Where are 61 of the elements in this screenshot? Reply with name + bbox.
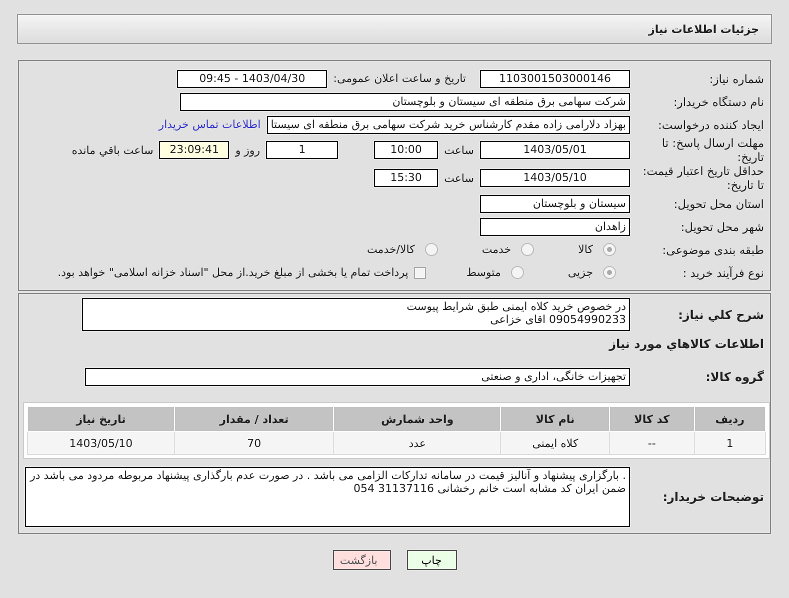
column-header: تعداد / مقدار [174,406,334,432]
field-label: گروه کالا: [704,370,765,384]
time-label: ساعت [444,144,474,156]
column-header: واحد شمارش [334,406,501,432]
checkbox[interactable] [414,266,426,278]
radio-button[interactable] [603,266,616,279]
field-label: نوع فرآیند خرید : [682,266,765,280]
radio-button[interactable] [510,266,524,279]
buyer-notes-textarea[interactable]: . بارگزاری پیشنهاد و آنالیز قیمت در سامانه تدارکات الزامی می باشد . در صورت عدم بارگذاری پیشنهاد مربوطه مردود می باشد در ضمن ایران کد مشابه است خانم رخشانی 31137116 054 [25,467,630,527]
field-label: شهر محل تحویل: [680,220,765,234]
radio-label: جزیی [568,266,593,279]
column-header: نام کالا [500,406,610,432]
time-label: ساعت [444,172,474,184]
need-number-field: 1103001503000146 [480,70,630,88]
radio-button[interactable] [521,243,534,256]
field-label: شماره نیاز: [708,72,765,86]
column-header: کد کالا [609,406,694,432]
goods-group-field: تجهیزات خانگی، اداری و صنعتی [85,368,630,386]
deadline-date-field: 1403/05/01 [480,141,630,159]
column-header: تاریخ نیاز [28,406,174,432]
validity-date-field: 1403/05/10 [480,169,630,187]
remaining-time-field: 23:09:41 [159,141,230,159]
column-header: ردیف [694,406,766,432]
province-field: سیستان و بلوچستان [480,194,630,212]
table-cell: 1403/05/10 [28,432,174,454]
table-cell: 70 [174,432,334,454]
radio-label: کالا [578,243,593,256]
field-label: ایجاد کننده درخواست: [657,118,765,132]
days-label: روز و [235,144,260,156]
back-button[interactable]: بازگشت [332,550,390,570]
field-label: تاریخ و ساعت اعلان عمومی: [333,72,466,85]
radio-label: کالا/خدمت [367,243,415,256]
deadline-time-field: 10:00 [374,141,438,159]
validity-time-field: 15:30 [374,169,438,187]
requester-field: بهزاد دلارامی زاده مقدم کارشناس خرید شرکت سهامی برق منطقه ای سیستا [266,116,630,134]
buyer-name-field: شرکت سهامی برق منطقه ای سیستان و بلوچستان [180,92,630,110]
city-field: زاهدان [480,218,630,236]
field-label: حداقل تاریخ اعتبار قیمت: تا تاریخ: [642,164,765,192]
announce-date-field: 1403/04/30 - 09:45 [177,70,328,88]
table-cell: 1 [694,432,766,454]
field-label: شرح کلي نياز: [677,308,765,322]
remaining-label: ساعت باقي مانده [72,144,154,156]
page-title: جزئیات اطلاعات نیاز [648,22,759,36]
description-textarea[interactable]: در خصوص خرید کلاه ایمنی طبق شرایط پیوست 09054990233 اقای خزاعی [82,298,630,331]
field-label: نام دستگاه خریدار: [672,94,765,108]
checkbox-label: پرداخت تمام یا بخشی از مبلغ خرید.از محل "اسناد خزانه اسلامی" خواهد بود. [58,266,408,279]
buyer-contact-link[interactable]: اطلاعات تماس خریدار [158,118,261,131]
radio-button[interactable] [603,243,616,256]
field-label: توضیحات خریدار: [662,490,765,504]
days-field: 1 [266,141,338,159]
field-label: طبقه بندی موضوعی: [661,242,765,256]
radio-label: متوسط [466,266,501,279]
section-title: اطلاعات کالاهاي مورد نياز [608,336,765,353]
field-label: مهلت ارسال پاسخ: تا تاریخ: [660,136,765,164]
table-cell: عدد [334,432,501,454]
radio-label: خدمت [482,243,512,256]
print-button[interactable]: چاپ [406,550,456,570]
table-cell: کلاه ایمنی [500,432,610,454]
field-label: استان محل تحویل: [672,196,765,210]
table-cell: -- [609,432,694,454]
radio-button[interactable] [424,243,438,256]
